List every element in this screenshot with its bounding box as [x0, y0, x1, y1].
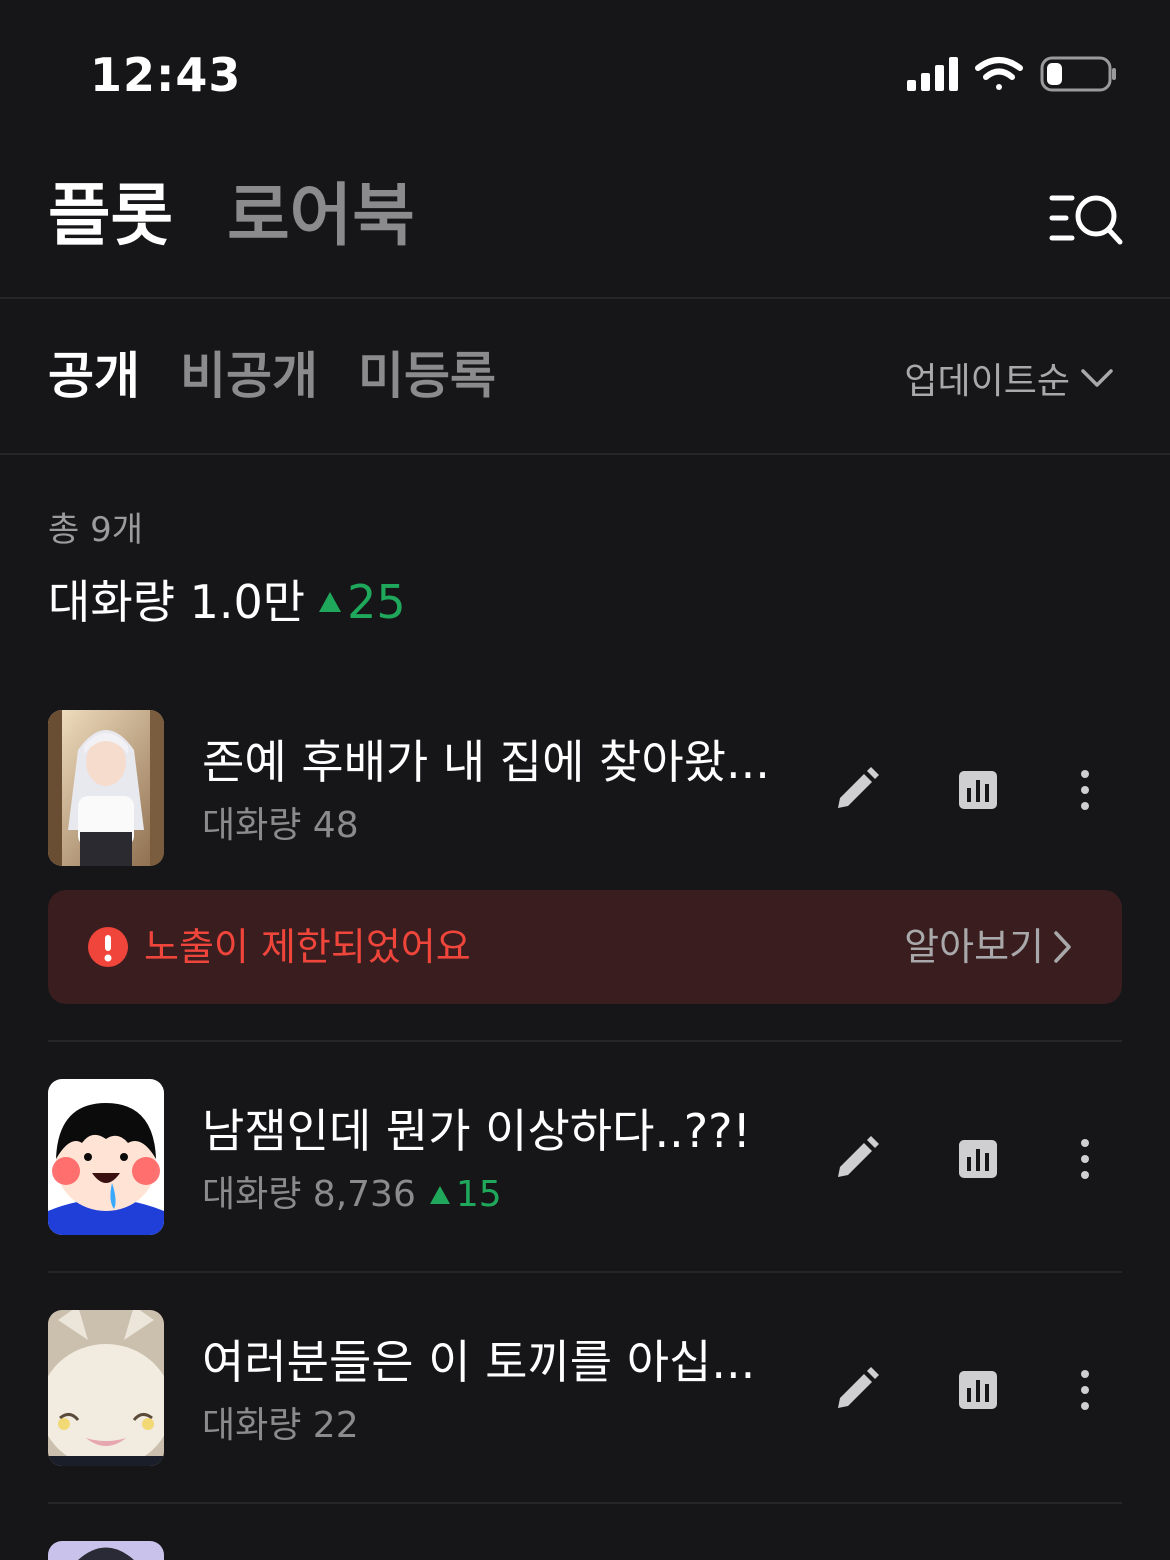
- item-title[interactable]: 여러분들은 이 토끼를 아십...: [202, 1332, 802, 1392]
- sort-label: 업데이트순: [904, 361, 1070, 402]
- up-triangle-icon: [319, 592, 342, 612]
- stats-icon[interactable]: [958, 1370, 998, 1410]
- item-delta: 15: [429, 1171, 502, 1219]
- cartoon-boy-thumbnail: [48, 1079, 164, 1235]
- up-triangle-icon: [429, 1186, 450, 1204]
- item-title[interactable]: 존예 후배가 내 집에 찾아왔...: [202, 732, 802, 792]
- status-time: 12:43: [90, 48, 242, 102]
- learn-more-link[interactable]: 알아보기: [904, 918, 1072, 976]
- item-title[interactable]: 남잼인데 뭔가 이상하다..??!: [202, 1101, 802, 1161]
- chevron-right-icon: [1054, 931, 1071, 963]
- item-divider: [48, 1040, 1122, 1042]
- more-options-icon[interactable]: [1070, 1368, 1100, 1412]
- visibility-tabs: 공개 비공개 미등록: [48, 340, 496, 412]
- banner-message: 노출이 제한되었어요: [144, 925, 471, 969]
- item-stat: 대화량 22: [202, 1402, 359, 1450]
- pencil-icon[interactable]: [834, 1135, 880, 1181]
- conversation-delta-value: 25: [347, 575, 406, 629]
- total-conversation: 대화량 1.0만 25: [48, 572, 406, 632]
- more-options-icon[interactable]: [1070, 1137, 1100, 1181]
- list-item[interactable]: 여러분들은 이 토끼를 아십... 대화량 22: [48, 1310, 1122, 1466]
- item-divider: [48, 1502, 1122, 1504]
- more-options-icon[interactable]: [1070, 768, 1100, 812]
- wifi-icon: [975, 57, 1023, 90]
- tab-public[interactable]: 공개: [48, 340, 140, 412]
- tab-plot[interactable]: 플롯: [48, 172, 173, 262]
- sort-dropdown[interactable]: 업데이트순: [904, 350, 1114, 406]
- chevron-down-icon: [1081, 369, 1113, 387]
- subtabs-divider: [0, 453, 1170, 455]
- stats-icon[interactable]: [958, 770, 998, 810]
- battery-icon: [1040, 56, 1116, 92]
- item-stat: 대화량 48: [202, 802, 359, 850]
- cellular-signal-icon: [907, 57, 958, 91]
- bunny-plush-thumbnail: [48, 1310, 164, 1466]
- item-stat-label: 대화량 8,736: [202, 1174, 416, 1215]
- item-stat-label: 대화량 48: [202, 805, 359, 846]
- avatar-thumbnail: [78, 1547, 134, 1560]
- pencil-icon[interactable]: [834, 1366, 880, 1412]
- header-divider: [0, 297, 1170, 299]
- list-search-icon[interactable]: [1046, 190, 1126, 250]
- list-item-thumbnail-partial[interactable]: [48, 1541, 164, 1560]
- list-item[interactable]: 남잼인데 뭔가 이상하다..??! 대화량 8,736 15: [48, 1079, 1122, 1235]
- alert-icon: [88, 927, 128, 967]
- tab-lorebook[interactable]: 로어북: [227, 172, 415, 262]
- main-tabs: 플롯 로어북: [48, 172, 415, 262]
- item-divider: [48, 1271, 1122, 1273]
- item-stat-label: 대화량 22: [202, 1405, 359, 1446]
- exposure-restricted-banner[interactable]: 노출이 제한되었어요 알아보기: [48, 890, 1122, 1004]
- tab-private[interactable]: 비공개: [180, 340, 318, 412]
- status-icons: [907, 56, 1116, 92]
- tab-unlisted[interactable]: 미등록: [358, 340, 496, 412]
- item-delta-value: 15: [455, 1174, 502, 1215]
- item-stat: 대화량 8,736 15: [202, 1171, 502, 1219]
- total-count: 총 9개: [48, 510, 143, 550]
- learn-more-label: 알아보기: [904, 925, 1044, 969]
- list-item[interactable]: 존예 후배가 내 집에 찾아왔... 대화량 48: [48, 710, 1122, 866]
- pencil-icon[interactable]: [834, 766, 880, 812]
- anime-girl-thumbnail: [48, 710, 164, 866]
- stats-icon[interactable]: [958, 1139, 998, 1179]
- conversation-delta: 25: [319, 572, 406, 632]
- conversation-label: 대화량 1.0만: [48, 575, 306, 629]
